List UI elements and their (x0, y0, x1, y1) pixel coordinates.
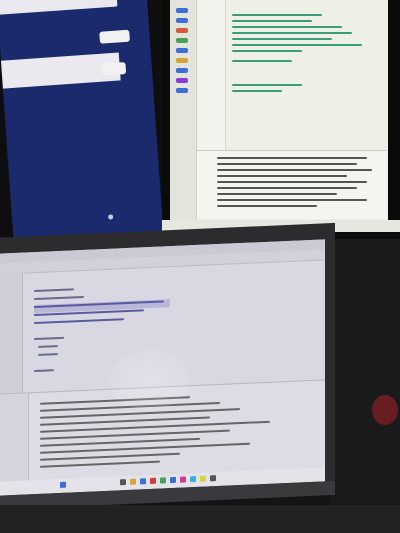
ide-editor (226, 4, 386, 144)
left-monitor-screen (0, 0, 164, 249)
console-line (217, 181, 367, 183)
screen-button-1 (99, 29, 130, 44)
code-line (38, 345, 58, 348)
taskbar-app-icon (130, 478, 136, 485)
console-line (217, 193, 337, 195)
taskbar-app-icon (150, 477, 156, 485)
console-line (217, 205, 317, 207)
laptop-sidebar (0, 272, 23, 394)
code-line (34, 295, 84, 301)
sidebar-icon (176, 18, 188, 23)
code-line (232, 90, 282, 92)
code-line (232, 50, 302, 52)
code-line (38, 353, 58, 356)
code-line (34, 288, 74, 293)
code-line (34, 318, 124, 325)
taskbar-app-icon (120, 479, 126, 486)
sidebar-icon (176, 48, 188, 53)
sidebar-icon (176, 78, 188, 83)
screen-glare (110, 350, 190, 410)
windows-start-icon (60, 481, 66, 488)
code-line (232, 44, 362, 46)
code-line (232, 84, 302, 86)
taskbar-app-icon (190, 476, 196, 483)
console-line (217, 187, 357, 189)
code-line (232, 14, 322, 16)
screen-button-2 (101, 62, 127, 76)
status-dot-icon (107, 214, 114, 220)
code-line (232, 20, 312, 22)
output-tree (0, 393, 29, 485)
sidebar-icon (176, 8, 188, 13)
ide-sidebar (170, 0, 197, 220)
console-line (217, 163, 357, 165)
console-line (217, 199, 367, 201)
sidebar-icon (176, 38, 188, 43)
code-line (232, 26, 342, 28)
sidebar-icon (176, 88, 188, 93)
right-monitor (162, 0, 400, 239)
console-line (217, 157, 367, 159)
sidebar-icon (176, 28, 188, 33)
sidebar-icon (176, 58, 188, 63)
ide-file-tree (197, 0, 226, 150)
left-monitor (0, 0, 179, 260)
console-line (217, 175, 347, 177)
desk-right (330, 230, 400, 533)
sidebar-icon (176, 68, 188, 73)
code-line (34, 336, 64, 341)
taskbar-app-icon (160, 477, 166, 484)
photo-scene (0, 0, 400, 533)
console-line (217, 169, 372, 171)
code-line (34, 300, 164, 309)
taskbar-app-icon (140, 478, 146, 485)
right-monitor-screen (170, 0, 388, 220)
code-line (232, 32, 352, 34)
taskbar-app-icon (180, 476, 186, 483)
desk-bottom (0, 505, 400, 533)
output-line (40, 460, 160, 468)
taskbar-app-icon (210, 475, 216, 482)
code-line (34, 309, 144, 317)
code-line (232, 38, 332, 40)
taskbar-app-icon (170, 476, 176, 484)
red-object (372, 395, 398, 425)
code-line (232, 60, 292, 62)
code-line (34, 369, 54, 373)
ide-console (197, 150, 387, 219)
top-bar (0, 0, 118, 15)
taskbar-app-icon (200, 475, 206, 482)
